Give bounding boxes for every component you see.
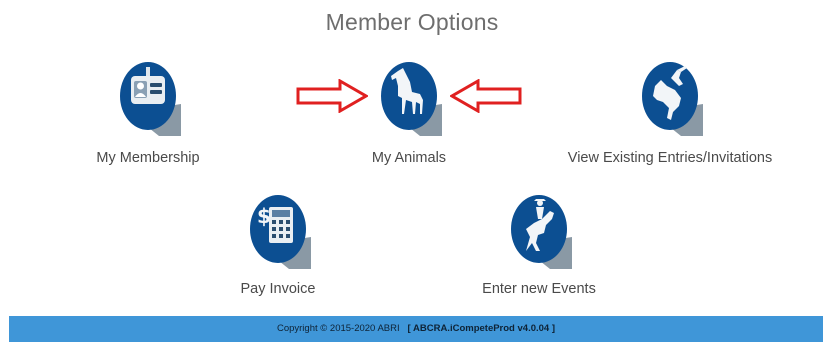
my-membership-label: My Membership bbox=[96, 150, 200, 166]
my-membership-option[interactable]: My Membership bbox=[93, 56, 203, 166]
pay-invoice-option[interactable]: $ Pay Invoice bbox=[223, 189, 333, 297]
view-existing-entries-option[interactable]: View Existing Entries/Invitations bbox=[560, 56, 780, 166]
bronc-rider-icon bbox=[511, 195, 572, 269]
id-badge-icon bbox=[120, 62, 181, 136]
my-animals-label: My Animals bbox=[371, 150, 447, 166]
enter-new-events-label: Enter new Events bbox=[482, 281, 596, 297]
copyright-text: Copyright © 2015-2020 ABRI bbox=[276, 323, 400, 334]
invoice-calculator-icon: $ bbox=[250, 195, 311, 269]
bull-rider-icon bbox=[642, 62, 703, 136]
enter-new-events-option[interactable]: Enter new Events bbox=[474, 189, 604, 297]
version-text: [ ABCRA.iCompeteProd v4.0.04 ] bbox=[407, 323, 556, 334]
view-existing-entries-label: View Existing Entries/Invitations bbox=[567, 150, 773, 166]
left-arrow-annotation-icon bbox=[450, 79, 522, 113]
horse-icon bbox=[381, 62, 442, 136]
pay-invoice-label: Pay Invoice bbox=[240, 281, 316, 297]
svg-text:$: $ bbox=[257, 204, 271, 228]
page-title: Member Options bbox=[325, 9, 499, 35]
my-animals-option[interactable]: My Animals bbox=[354, 56, 464, 166]
footer-bar: Copyright © 2015-2020 ABRI [ ABCRA.iComp… bbox=[9, 316, 823, 342]
